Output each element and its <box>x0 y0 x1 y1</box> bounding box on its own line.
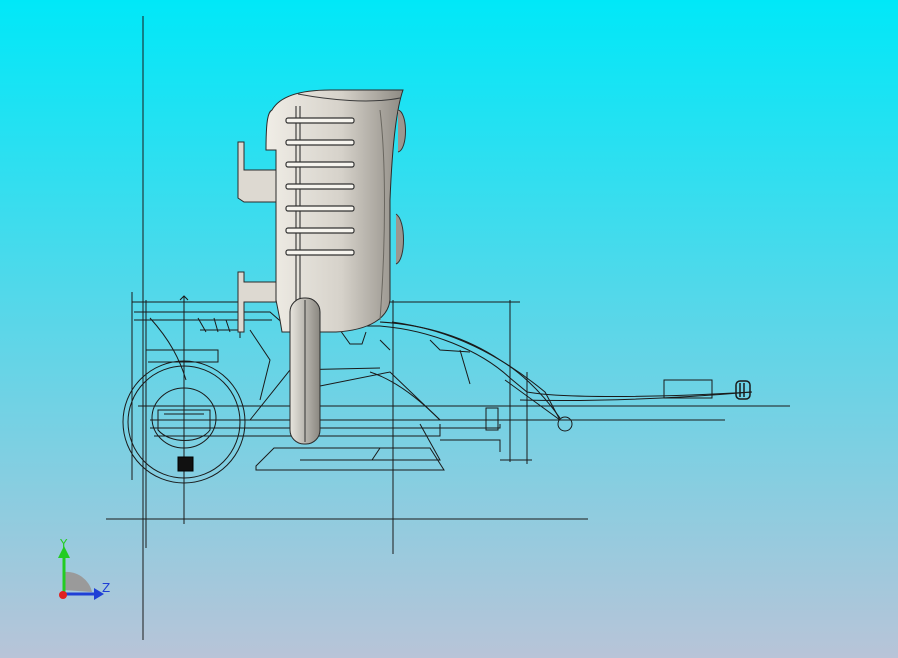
cad-viewport[interactable]: Y Z <box>0 0 898 658</box>
x-axis-origin <box>59 591 67 599</box>
wheel-hub-block <box>177 456 194 472</box>
vertical-handle <box>289 297 321 445</box>
viewport-background <box>0 0 898 658</box>
3d-scene[interactable]: Y Z <box>0 0 898 658</box>
y-axis-label: Y <box>59 537 68 551</box>
z-axis-label: Z <box>102 581 110 595</box>
